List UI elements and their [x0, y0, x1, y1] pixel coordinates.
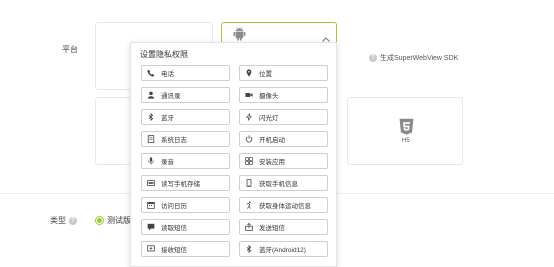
perm-phone[interactable]: 电话 [141, 65, 230, 81]
privacy-permission-popup: 设置隐私权限 电话 通讯录 蓝牙 系统日志 录音 读写手机存储 访问日历 读取短… [130, 42, 337, 267]
html5-icon [399, 118, 414, 135]
perm-power-on[interactable]: 开机启动 [239, 131, 328, 147]
perm-body-activity[interactable]: 获取身体运动信息 [239, 197, 328, 213]
flashlight-icon [244, 113, 253, 122]
contacts-icon [146, 91, 155, 100]
sms-send-icon [244, 223, 253, 232]
microphone-icon [146, 157, 155, 166]
perm-phone-info[interactable]: 获取手机信息 [239, 175, 328, 191]
power-icon [244, 135, 253, 144]
radio-selected-icon[interactable] [95, 216, 104, 225]
perm-sms-read[interactable]: 读取短信 [141, 219, 230, 235]
help-icon: ? [369, 54, 377, 62]
perm-bluetooth[interactable]: 蓝牙 [141, 109, 230, 125]
sms-read-icon [146, 223, 155, 232]
type-label: 类型? [50, 215, 77, 226]
super-webview-label: 生成SuperWebView SDK [380, 55, 459, 62]
perm-calendar[interactable]: 访问日历 [141, 197, 230, 213]
perm-bluetooth-android12[interactable]: 蓝牙(Android12) [239, 241, 328, 257]
sms-receive-icon [146, 245, 155, 254]
phone-info-icon [244, 179, 253, 188]
calendar-icon [146, 201, 155, 210]
perm-sms-receive[interactable]: 接收短信 [141, 241, 230, 257]
bluetooth-icon [146, 113, 155, 122]
platform-card-other[interactable] [95, 97, 133, 165]
help-icon: ? [69, 216, 77, 225]
type-radio-label: 测试版 [107, 216, 131, 225]
h5-label: H5 [402, 138, 410, 144]
system-log-icon [146, 135, 155, 144]
phone-icon [146, 69, 155, 78]
bluetooth-android12-icon [244, 245, 253, 254]
type-radio-test[interactable]: 测试版 [95, 215, 131, 226]
location-icon [244, 69, 253, 78]
super-webview-option[interactable]: ? 生成SuperWebView SDK [369, 53, 458, 63]
perm-sms-send[interactable]: 发送短信 [239, 219, 328, 235]
perm-location[interactable]: 位置 [239, 65, 328, 81]
popup-title: 设置隐私权限 [140, 50, 188, 59]
perm-system-log[interactable]: 系统日志 [141, 131, 230, 147]
perm-camera[interactable]: 摄像头 [239, 87, 328, 103]
apps-icon [244, 157, 253, 166]
activity-icon [244, 201, 253, 210]
perm-storage[interactable]: 读写手机存储 [141, 175, 230, 191]
camera-icon [244, 91, 253, 100]
perm-microphone[interactable]: 录音 [141, 153, 230, 169]
perm-install-apps[interactable]: 安装应用 [239, 153, 328, 169]
perm-contacts[interactable]: 通讯录 [141, 87, 230, 103]
android-icon [233, 27, 246, 41]
perm-flashlight[interactable]: 闪光灯 [239, 109, 328, 125]
storage-icon [146, 179, 155, 188]
platform-label: 平台 [62, 45, 78, 54]
